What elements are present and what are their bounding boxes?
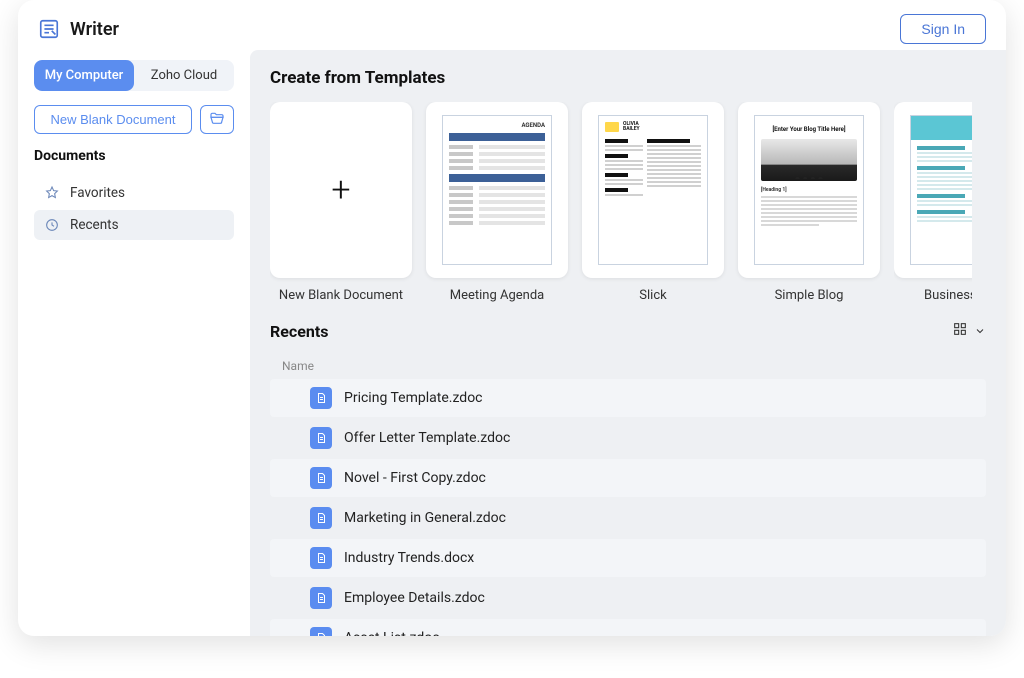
main-content: Create from Templates + New Blank Docume… — [250, 50, 1006, 636]
file-row[interactable]: Novel - First Copy.zdoc — [270, 459, 986, 497]
document-icon — [310, 587, 332, 609]
tab-my-computer[interactable]: My Computer — [34, 60, 134, 91]
template-thumb-blank[interactable]: + — [270, 102, 412, 278]
chevron-down-icon — [974, 322, 986, 341]
template-card-agenda: AGENDA — [426, 102, 568, 303]
blog-heading: [Heading 1] — [761, 187, 857, 193]
new-doc-row: New Blank Document — [34, 105, 234, 134]
document-icon — [310, 467, 332, 489]
location-tabs: My Computer Zoho Cloud — [34, 60, 234, 91]
template-thumb-resume[interactable]: OLIVIA BAILEY — [582, 102, 724, 278]
template-label: Meeting Agenda — [426, 288, 568, 303]
blog-inner-title: [Enter Your Blog Title Here] — [761, 126, 857, 133]
new-blank-document-button[interactable]: New Blank Document — [34, 105, 192, 134]
topbar: Writer Sign In — [18, 0, 1006, 50]
sign-in-button[interactable]: Sign In — [900, 14, 986, 44]
open-folder-button[interactable] — [200, 105, 234, 134]
file-name: Industry Trends.docx — [344, 550, 474, 566]
file-name: Pricing Template.zdoc — [344, 390, 483, 406]
template-card-trip: Business Trip — [894, 102, 972, 303]
file-name: Asset List.zdoc — [344, 630, 440, 636]
template-label: Business Trip — [894, 288, 972, 303]
template-thumb-agenda[interactable]: AGENDA — [426, 102, 568, 278]
file-list: Pricing Template.zdoc Offer Letter Templa… — [270, 379, 986, 636]
recents-section: Recents — [250, 309, 1006, 636]
documents-heading: Documents — [34, 148, 234, 164]
document-icon — [310, 547, 332, 569]
file-row[interactable]: Offer Letter Template.zdoc — [270, 419, 986, 457]
clock-icon — [44, 217, 60, 233]
template-thumb-blog[interactable]: [Enter Your Blog Title Here] [Heading 1] — [738, 102, 880, 278]
sidebar-item-label: Favorites — [70, 185, 125, 201]
document-icon — [310, 387, 332, 409]
sidebar-item-favorites[interactable]: Favorites — [34, 178, 234, 208]
app-window: Writer Sign In My Computer Zoho Cloud Ne… — [18, 0, 1006, 636]
folder-open-icon — [209, 110, 225, 130]
column-header-name: Name — [270, 353, 986, 379]
file-row[interactable]: Employee Details.zdoc — [270, 579, 986, 617]
tab-zoho-cloud[interactable]: Zoho Cloud — [134, 60, 234, 91]
star-icon — [44, 185, 60, 201]
sidebar-item-label: Recents — [70, 217, 119, 233]
resume-name-bottom: BAILEY — [623, 127, 640, 132]
view-options[interactable] — [952, 321, 986, 341]
file-row[interactable]: Marketing in General.zdoc — [270, 499, 986, 537]
body: My Computer Zoho Cloud New Blank Documen… — [18, 50, 1006, 636]
logo-group: Writer — [38, 18, 119, 40]
nav-list: Favorites Recents — [34, 178, 234, 240]
template-card-resume: OLIVIA BAILEY — [582, 102, 724, 303]
document-icon — [310, 627, 332, 636]
file-row[interactable]: Asset List.zdoc — [270, 619, 986, 636]
file-name: Employee Details.zdoc — [344, 590, 485, 606]
template-card-blank: + New Blank Document — [270, 102, 412, 303]
sidebar: My Computer Zoho Cloud New Blank Documen… — [18, 50, 250, 636]
agenda-inner-title: AGENDA — [449, 122, 545, 129]
template-thumb-trip[interactable] — [894, 102, 972, 278]
recents-heading: Recents — [270, 322, 328, 341]
document-icon — [310, 507, 332, 529]
template-label: New Blank Document — [270, 288, 412, 303]
template-card-blog: [Enter Your Blog Title Here] [Heading 1]… — [738, 102, 880, 303]
document-icon — [310, 427, 332, 449]
grid-view-icon — [952, 321, 968, 341]
templates-row: + New Blank Document AGENDA — [270, 102, 986, 303]
plus-icon: + — [331, 170, 350, 210]
file-name: Marketing in General.zdoc — [344, 510, 506, 526]
file-name: Offer Letter Template.zdoc — [344, 430, 510, 446]
sidebar-item-recents[interactable]: Recents — [34, 210, 234, 240]
app-title: Writer — [70, 19, 119, 40]
file-name: Novel - First Copy.zdoc — [344, 470, 486, 486]
template-label: Simple Blog — [738, 288, 880, 303]
recents-head: Recents — [270, 321, 986, 341]
templates-heading: Create from Templates — [270, 68, 986, 88]
file-row[interactable]: Pricing Template.zdoc — [270, 379, 986, 417]
templates-section: Create from Templates + New Blank Docume… — [250, 50, 1006, 309]
writer-logo-icon — [38, 18, 60, 40]
template-label: Slick — [582, 288, 724, 303]
file-row[interactable]: Industry Trends.docx — [270, 539, 986, 577]
